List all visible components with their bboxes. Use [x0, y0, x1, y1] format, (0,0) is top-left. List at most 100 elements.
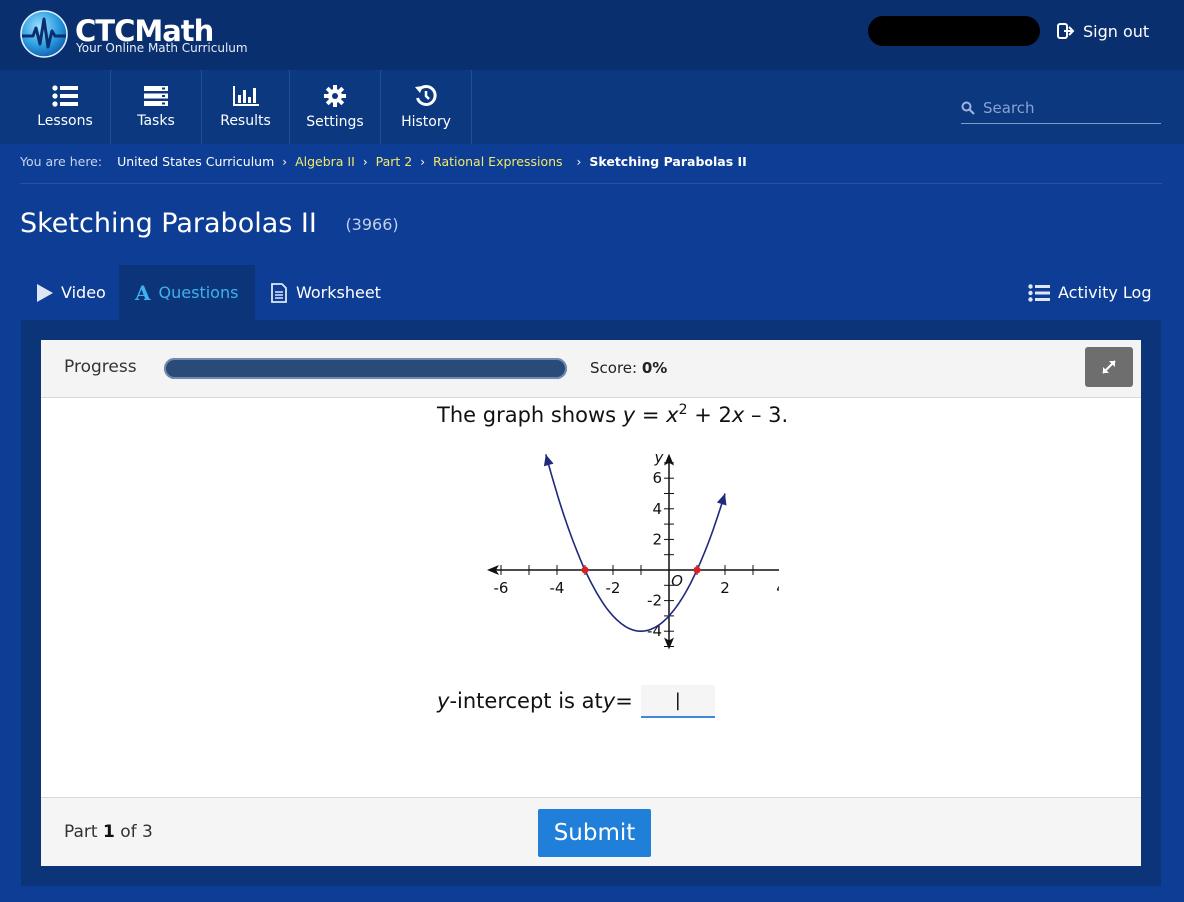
- breadcrumb-item-algebra[interactable]: Algebra II: [295, 154, 355, 169]
- tab-video-label: Video: [61, 283, 106, 302]
- question-prefix: The graph shows: [437, 403, 623, 427]
- expand-icon: [1102, 360, 1116, 374]
- curve-right-arrow: [716, 493, 727, 506]
- redacted-username: [868, 16, 1040, 46]
- breadcrumb-chevron-icon: ›: [576, 155, 582, 169]
- breadcrumb-item-curriculum[interactable]: United States Curriculum: [117, 154, 274, 169]
- question-text: The graph shows y = x2 + 2x – 3.: [437, 402, 788, 427]
- list-icon: [52, 85, 78, 107]
- y-tick-label: 4: [652, 500, 662, 518]
- questions-a-icon: A: [135, 280, 151, 305]
- sign-out-button[interactable]: Sign out: [1057, 19, 1149, 43]
- activity-log-label: Activity Log: [1058, 283, 1152, 302]
- nav-settings[interactable]: Settings: [290, 70, 381, 144]
- x-intercept-point: [581, 566, 589, 574]
- tab-worksheet-label: Worksheet: [296, 283, 381, 302]
- breadcrumb-item-topic[interactable]: Rational Expressions: [433, 154, 563, 169]
- progress-row: Progress Score: 0%: [41, 340, 1141, 398]
- brand-tagline: Your Online Math Curriculum: [76, 41, 248, 55]
- nav-results[interactable]: Results: [202, 70, 290, 144]
- nav-history[interactable]: History: [381, 70, 472, 144]
- lesson-tabs: Video A Questions Worksheet Activity Log: [21, 265, 1161, 320]
- page-title: Sketching Parabolas II (3966): [20, 208, 399, 239]
- y-intercept-input[interactable]: [640, 684, 715, 718]
- answer-prefix: -intercept is at: [449, 689, 603, 713]
- part-suffix: of 3: [114, 822, 153, 842]
- nav-results-label: Results: [220, 113, 271, 129]
- part-current: 1: [102, 822, 115, 842]
- nav-history-label: History: [401, 114, 451, 130]
- card-footer: Part 1 of 3 Submit: [41, 797, 1141, 866]
- breadcrumb-item-part[interactable]: Part 2: [376, 154, 413, 169]
- tab-questions-label: Questions: [158, 283, 239, 302]
- globe-logo-icon: [20, 10, 68, 58]
- lesson-code: (3966): [345, 215, 399, 234]
- part-prefix: Part: [64, 822, 103, 842]
- x-tick-label: -6: [494, 579, 509, 597]
- document-icon: [271, 282, 287, 303]
- breadcrumb-item-current: Sketching Parabolas II: [589, 154, 747, 169]
- breadcrumb-chevron-icon: ›: [362, 155, 368, 169]
- answer-eq: =: [615, 689, 633, 713]
- question-card: Progress Score: 0% The graph shows y = x…: [41, 340, 1141, 866]
- tab-worksheet[interactable]: Worksheet: [270, 265, 381, 320]
- search-icon: [961, 101, 975, 115]
- progress-label: Progress: [64, 357, 137, 377]
- progress-bar: [164, 358, 567, 379]
- answer-var: y: [437, 689, 450, 713]
- history-icon: [415, 85, 437, 106]
- y-tick-label: -2: [647, 592, 662, 610]
- search-input[interactable]: [983, 98, 1153, 117]
- y-tick-label: 2: [652, 530, 662, 548]
- breadcrumb-chevron-icon: ›: [420, 155, 426, 169]
- breadcrumb: You are here: United States Curriculum ›…: [20, 154, 1162, 184]
- equation-superscript: 2: [678, 402, 688, 418]
- equation-rest: + 2: [687, 403, 732, 427]
- part-indicator: Part 1 of 3: [64, 822, 153, 842]
- parabola-curve: [545, 454, 726, 632]
- x-intercept-point: [693, 566, 701, 574]
- parabola-graph: -6-4-224642-2-4xyO: [487, 449, 779, 650]
- nav-lessons-label: Lessons: [37, 113, 93, 129]
- breadcrumb-chevron-icon: ›: [282, 155, 288, 169]
- nav-settings-label: Settings: [306, 114, 364, 130]
- tab-video[interactable]: Video: [37, 265, 106, 320]
- expand-button[interactable]: [1085, 347, 1133, 387]
- nav-tasks[interactable]: Tasks: [111, 70, 202, 144]
- score-label: Score:: [590, 359, 638, 377]
- equation-eq: =: [635, 403, 667, 427]
- list-icon: [1028, 283, 1050, 302]
- nav-lessons[interactable]: Lessons: [20, 70, 111, 144]
- y-axis-label: y: [654, 449, 665, 467]
- equation-tail: – 3.: [744, 403, 789, 427]
- sign-out-label: Sign out: [1083, 21, 1150, 41]
- x-tick-label: 2: [720, 579, 730, 597]
- equation-x: x: [666, 403, 679, 427]
- tasks-icon: [144, 86, 168, 106]
- equation-x2: x: [731, 403, 745, 427]
- answer-var2: y: [602, 689, 616, 713]
- y-tick-label: 6: [652, 469, 662, 487]
- top-bar: CTCMath Your Online Math Curriculum Sign…: [0, 0, 1184, 70]
- tab-questions[interactable]: A Questions: [119, 265, 255, 320]
- bar-chart-icon: [232, 86, 259, 106]
- breadcrumb-prefix: You are here:: [20, 154, 103, 169]
- score: Score: 0%: [590, 359, 667, 377]
- x-tick-label: 4: [776, 579, 779, 597]
- ctcmath-logo[interactable]: CTCMath Your Online Math Curriculum: [19, 9, 259, 59]
- sign-out-icon: [1057, 23, 1075, 39]
- x-tick-label: -4: [550, 579, 565, 597]
- x-tick-label: -2: [606, 579, 621, 597]
- answer-row: y -intercept is at y =: [437, 684, 715, 718]
- lesson-title: Sketching Parabolas II: [20, 208, 317, 239]
- equation-y: y: [622, 403, 636, 427]
- play-icon: [37, 283, 53, 302]
- search-box: [961, 92, 1161, 124]
- curve-left-arrow: [543, 454, 554, 467]
- origin-label: O: [671, 572, 683, 590]
- nav-tasks-label: Tasks: [137, 113, 175, 129]
- activity-log-button[interactable]: Activity Log: [1028, 265, 1152, 320]
- submit-button[interactable]: Submit: [538, 809, 651, 857]
- score-value: 0%: [641, 359, 668, 377]
- gear-icon: [324, 85, 346, 107]
